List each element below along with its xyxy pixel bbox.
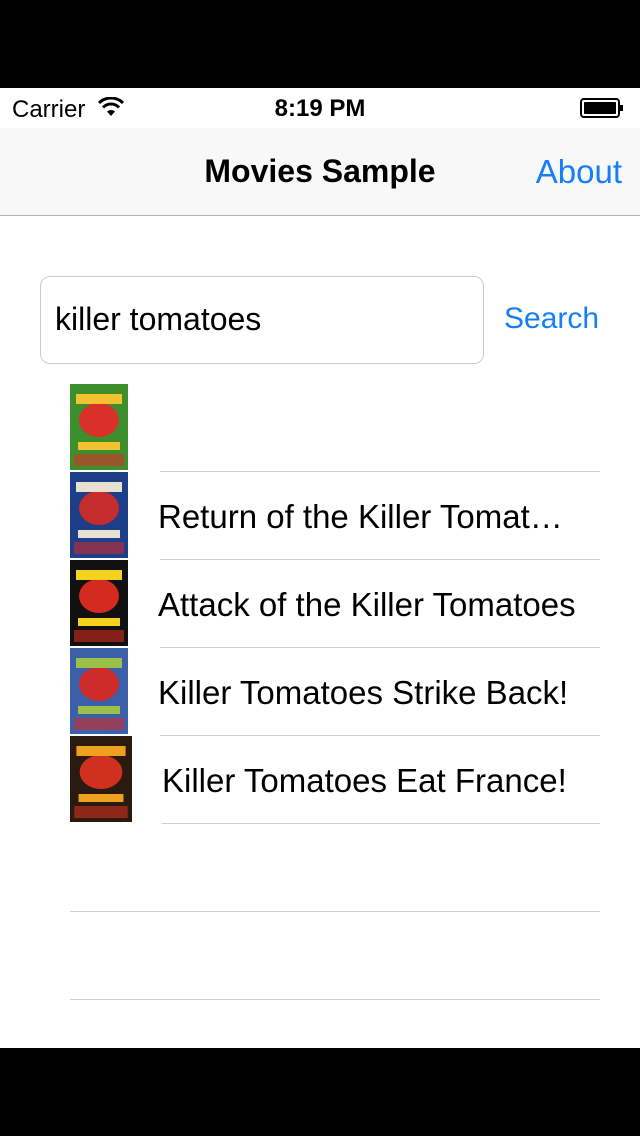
row-separator [70, 999, 600, 1000]
movie-poster-thumbnail [70, 736, 132, 822]
list-item[interactable]: Killer Tomatoes Eat France! [70, 736, 600, 824]
search-button[interactable]: Search [504, 302, 599, 336]
movie-title: Killer Tomatoes Eat France! [162, 762, 567, 799]
status-time: 8:19 PM [274, 95, 366, 122]
movie-poster-thumbnail [70, 384, 128, 470]
list-item[interactable] [70, 384, 600, 472]
list-item[interactable]: Return of the Killer Tomatoes! [70, 472, 600, 560]
search-field[interactable] [40, 276, 484, 364]
movie-title: Return of the Killer Tomatoes! [158, 498, 578, 535]
app-screen: Carrier 8:19 PM Movies Sample About Sear… [0, 88, 640, 1048]
movie-poster-thumbnail [70, 648, 128, 734]
results-list: Return of the Killer Tomatoes! Attack of … [70, 384, 600, 1000]
about-button[interactable]: About [536, 153, 622, 191]
movie-title: Killer Tomatoes Strike Back! [158, 674, 569, 711]
movie-poster-thumbnail [70, 472, 128, 558]
search-input[interactable] [55, 299, 475, 339]
list-item[interactable]: Attack of the Killer Tomatoes [70, 560, 600, 648]
movie-title: Attack of the Killer Tomatoes [158, 586, 576, 623]
empty-row [70, 824, 600, 912]
navigation-bar: Movies Sample About [0, 128, 640, 216]
list-item[interactable]: Killer Tomatoes Strike Back! [70, 648, 600, 736]
status-bar: Carrier 8:19 PM [0, 88, 640, 128]
battery-icon [580, 98, 623, 118]
movie-poster-thumbnail [70, 560, 128, 646]
empty-row [70, 912, 600, 1000]
